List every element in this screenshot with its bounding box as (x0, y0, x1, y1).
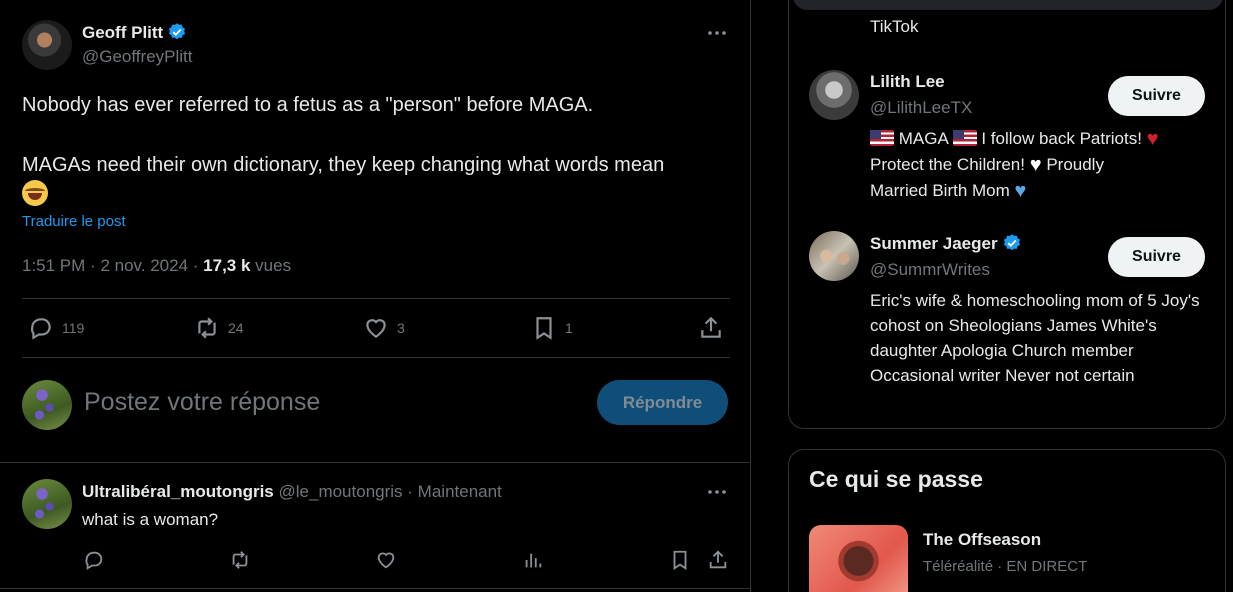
search-bar[interactable] (793, 0, 1223, 10)
reply-author-name[interactable]: Ultralibéral_moutongris (82, 482, 274, 501)
reply-text: what is a woman? (82, 510, 219, 529)
author-handle[interactable]: @GeoffreyPlitt (82, 47, 192, 67)
analytics-icon (525, 553, 542, 568)
trend-category: Téléréalité (923, 558, 994, 575)
previous-suggestion-bio-tail: TikTok (870, 17, 919, 36)
suggestion-name[interactable]: Lilith Lee (870, 72, 945, 92)
repost-icon (232, 551, 248, 569)
suggestion-handle[interactable]: @SummrWrites (870, 260, 990, 280)
bookmark-action-button[interactable]: 1 (531, 315, 573, 341)
reply-more-button[interactable] (705, 482, 729, 502)
reply-reply-button[interactable] (83, 549, 105, 571)
suggestion-avatar[interactable] (809, 70, 859, 120)
heart-icon (366, 319, 386, 338)
like-action-button[interactable]: 3 (363, 315, 405, 341)
share-icon (701, 316, 721, 338)
suggestion-bio: MAGA I follow back Patriots! ♥ Protect t… (870, 128, 1159, 202)
divider (22, 357, 730, 358)
suggestion-avatar[interactable] (809, 231, 859, 281)
like-count: 3 (397, 320, 405, 336)
views-label: vues (255, 256, 292, 275)
composer-avatar[interactable] (22, 380, 72, 430)
reply-share-button[interactable] (707, 549, 729, 571)
reply-author-handle[interactable]: @le_moutongris (279, 482, 403, 501)
suggestion-name[interactable]: Summer Jaeger (870, 233, 1022, 254)
verified-badge-icon (1003, 234, 1020, 251)
divider (0, 588, 751, 589)
post-time[interactable]: 1:51 PM (22, 256, 85, 275)
follow-button[interactable]: Suivre (1108, 237, 1205, 277)
post-text: Nobody has ever referred to a fetus as a… (22, 90, 732, 211)
reply-submit-button[interactable]: Répondre (597, 380, 728, 425)
divider (0, 462, 751, 463)
trend-title[interactable]: The Offseason (923, 530, 1041, 550)
reply-author-avatar[interactable] (22, 479, 72, 529)
reply-time[interactable]: Maintenant (418, 482, 502, 501)
reply-like-button[interactable] (375, 549, 397, 571)
post-text-line: MAGAs need their own dictionary, they ke… (22, 150, 732, 180)
suggestion-handle[interactable]: @LilithLeeTX (870, 98, 972, 118)
share-action-button[interactable] (698, 315, 724, 341)
repost-icon (198, 317, 216, 339)
post-date[interactable]: 2 nov. 2024 (100, 256, 188, 275)
repost-count: 24 (228, 320, 244, 336)
reply-input[interactable]: Postez votre réponse (84, 388, 320, 417)
red-heart-icon: ♥ (1146, 128, 1159, 150)
post-text-line: Nobody has ever referred to a fetus as a… (22, 94, 594, 116)
face-with-tears-of-joy-icon (22, 180, 48, 206)
white-heart-icon: ♥ (1029, 154, 1042, 176)
reply-author-line: Ultralibéral_moutongris @le_moutongris ·… (82, 482, 502, 501)
suggestion-bio: Eric's wife & homeschooling mom of 5 Joy… (870, 291, 1200, 385)
share-icon (709, 550, 727, 569)
more-dots-icon (708, 490, 726, 494)
author-name-text[interactable]: Geoff Plitt (82, 23, 163, 42)
more-dots-icon (708, 31, 726, 35)
reply-action-button[interactable]: 119 (28, 315, 84, 341)
translate-post-link[interactable]: Traduire le post (22, 213, 126, 230)
bookmark-count: 1 (565, 320, 573, 336)
post-meta: 1:51 PM · 2 nov. 2024 · 17,3 k vues (22, 256, 292, 275)
reply-repost-button[interactable] (229, 549, 251, 571)
verified-badge-icon (169, 23, 186, 40)
repost-action-button[interactable]: 24 (194, 315, 244, 341)
bookmark-icon (536, 317, 552, 340)
trends-title: Ce qui se passe (809, 466, 983, 492)
author-avatar[interactable] (22, 20, 72, 70)
main-timeline: Geoff Plitt @GeoffreyPlitt Nobody has ev… (0, 0, 751, 592)
reply-icon (30, 318, 51, 340)
reply-views-button[interactable] (522, 549, 544, 571)
reply-bookmark-button[interactable] (669, 549, 691, 571)
us-flag-icon (870, 130, 894, 146)
bookmark-icon (673, 550, 687, 570)
trend-meta: Téléréalité · EN DIRECT (923, 558, 1088, 575)
reply-icon (85, 551, 103, 570)
author-name[interactable]: Geoff Plitt (82, 22, 187, 43)
heart-icon (377, 552, 395, 569)
blue-heart-icon: ♥ (1014, 180, 1027, 202)
follow-button[interactable]: Suivre (1108, 76, 1205, 116)
post-more-button[interactable] (705, 23, 729, 43)
trend-status: EN DIRECT (1006, 558, 1088, 575)
post-text-line-2: MAGAs need their own dictionary, they ke… (22, 154, 665, 176)
us-flag-icon (952, 130, 977, 146)
views-count: 17,3 k (203, 256, 251, 275)
trend-thumbnail[interactable] (809, 525, 908, 592)
divider (22, 298, 730, 299)
reply-count: 119 (62, 320, 85, 336)
